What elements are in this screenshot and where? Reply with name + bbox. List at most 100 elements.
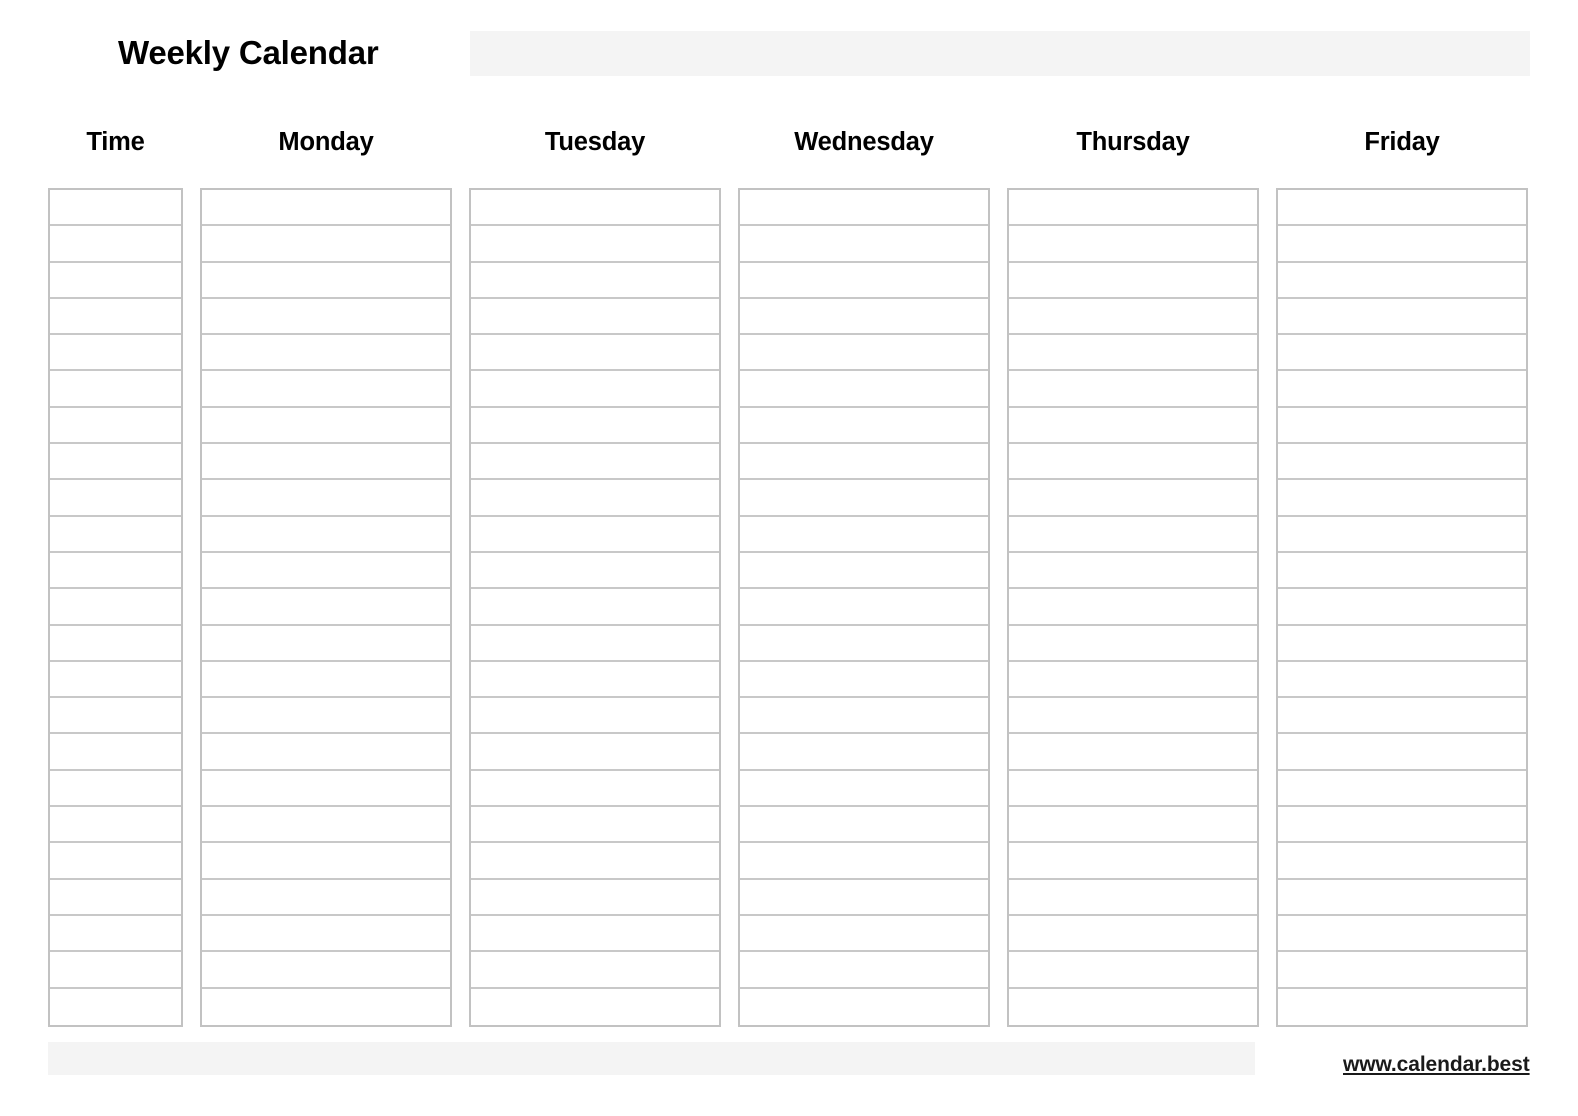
calendar-cell[interactable] bbox=[202, 807, 450, 844]
calendar-cell[interactable] bbox=[1278, 589, 1526, 626]
calendar-cell[interactable] bbox=[1009, 444, 1257, 481]
calendar-cell[interactable] bbox=[471, 262, 719, 299]
calendar-cell[interactable] bbox=[1278, 988, 1526, 1025]
calendar-cell[interactable] bbox=[1009, 734, 1257, 771]
calendar-cell[interactable] bbox=[471, 298, 719, 336]
calendar-cell[interactable] bbox=[1009, 262, 1257, 299]
calendar-cell[interactable] bbox=[50, 770, 181, 808]
calendar-cell[interactable] bbox=[1278, 407, 1526, 445]
calendar-cell[interactable] bbox=[740, 952, 988, 989]
calendar-cell[interactable] bbox=[740, 988, 988, 1025]
footer-website-link[interactable]: www.calendar.best bbox=[1343, 1053, 1530, 1077]
calendar-cell[interactable] bbox=[202, 371, 450, 408]
calendar-cell[interactable] bbox=[471, 879, 719, 916]
calendar-cell[interactable] bbox=[1009, 879, 1257, 916]
calendar-cell[interactable] bbox=[202, 915, 450, 953]
calendar-cell[interactable] bbox=[740, 480, 988, 517]
calendar-cell[interactable] bbox=[740, 552, 988, 590]
calendar-cell[interactable] bbox=[1009, 335, 1257, 372]
calendar-cell[interactable] bbox=[740, 661, 988, 699]
calendar-cell[interactable] bbox=[740, 843, 988, 880]
calendar-cell[interactable] bbox=[50, 661, 181, 699]
calendar-cell[interactable] bbox=[1009, 770, 1257, 808]
calendar-cell[interactable] bbox=[50, 589, 181, 626]
calendar-cell[interactable] bbox=[202, 407, 450, 445]
calendar-cell[interactable] bbox=[202, 335, 450, 372]
calendar-cell[interactable] bbox=[1278, 516, 1526, 553]
calendar-cell[interactable] bbox=[471, 988, 719, 1025]
calendar-cell[interactable] bbox=[202, 444, 450, 481]
calendar-cell[interactable] bbox=[50, 879, 181, 916]
calendar-cell[interactable] bbox=[1278, 552, 1526, 590]
calendar-cell[interactable] bbox=[50, 444, 181, 481]
calendar-cell[interactable] bbox=[740, 226, 988, 263]
calendar-cell[interactable] bbox=[1009, 552, 1257, 590]
calendar-cell[interactable] bbox=[1278, 952, 1526, 989]
calendar-cell[interactable] bbox=[471, 589, 719, 626]
calendar-cell[interactable] bbox=[1009, 843, 1257, 880]
calendar-cell[interactable] bbox=[50, 335, 181, 372]
calendar-cell[interactable] bbox=[740, 190, 988, 227]
calendar-cell[interactable] bbox=[1009, 698, 1257, 735]
calendar-cell[interactable] bbox=[1009, 516, 1257, 553]
calendar-cell[interactable] bbox=[1009, 226, 1257, 263]
calendar-cell[interactable] bbox=[1009, 298, 1257, 336]
calendar-cell[interactable] bbox=[1278, 879, 1526, 916]
calendar-cell[interactable] bbox=[50, 262, 181, 299]
calendar-cell[interactable] bbox=[202, 952, 450, 989]
calendar-cell[interactable] bbox=[1009, 480, 1257, 517]
calendar-cell[interactable] bbox=[50, 552, 181, 590]
calendar-cell[interactable] bbox=[202, 226, 450, 263]
calendar-cell[interactable] bbox=[1278, 190, 1526, 227]
calendar-cell[interactable] bbox=[202, 661, 450, 699]
calendar-cell[interactable] bbox=[202, 480, 450, 517]
calendar-cell[interactable] bbox=[1278, 262, 1526, 299]
calendar-cell[interactable] bbox=[1278, 915, 1526, 953]
calendar-cell[interactable] bbox=[202, 262, 450, 299]
calendar-cell[interactable] bbox=[50, 915, 181, 953]
calendar-cell[interactable] bbox=[740, 298, 988, 336]
calendar-cell[interactable] bbox=[1278, 843, 1526, 880]
calendar-cell[interactable] bbox=[202, 879, 450, 916]
calendar-cell[interactable] bbox=[740, 879, 988, 916]
calendar-cell[interactable] bbox=[740, 625, 988, 662]
calendar-cell[interactable] bbox=[471, 915, 719, 953]
calendar-cell[interactable] bbox=[471, 625, 719, 662]
calendar-cell[interactable] bbox=[740, 371, 988, 408]
calendar-cell[interactable] bbox=[1009, 988, 1257, 1025]
calendar-cell[interactable] bbox=[1009, 952, 1257, 989]
calendar-cell[interactable] bbox=[1009, 190, 1257, 227]
calendar-cell[interactable] bbox=[202, 843, 450, 880]
calendar-cell[interactable] bbox=[50, 952, 181, 989]
calendar-cell[interactable] bbox=[50, 407, 181, 445]
calendar-cell[interactable] bbox=[1278, 807, 1526, 844]
calendar-cell[interactable] bbox=[1278, 625, 1526, 662]
calendar-cell[interactable] bbox=[1009, 589, 1257, 626]
calendar-cell[interactable] bbox=[1278, 770, 1526, 808]
calendar-cell[interactable] bbox=[471, 335, 719, 372]
calendar-cell[interactable] bbox=[740, 444, 988, 481]
calendar-cell[interactable] bbox=[1278, 298, 1526, 336]
calendar-cell[interactable] bbox=[202, 698, 450, 735]
calendar-cell[interactable] bbox=[1009, 915, 1257, 953]
calendar-cell[interactable] bbox=[471, 807, 719, 844]
calendar-cell[interactable] bbox=[471, 226, 719, 263]
calendar-cell[interactable] bbox=[740, 407, 988, 445]
calendar-cell[interactable] bbox=[202, 770, 450, 808]
calendar-cell[interactable] bbox=[1009, 661, 1257, 699]
calendar-cell[interactable] bbox=[1278, 480, 1526, 517]
calendar-cell[interactable] bbox=[1278, 371, 1526, 408]
calendar-cell[interactable] bbox=[50, 625, 181, 662]
calendar-cell[interactable] bbox=[740, 698, 988, 735]
calendar-cell[interactable] bbox=[1009, 807, 1257, 844]
calendar-cell[interactable] bbox=[202, 516, 450, 553]
calendar-cell[interactable] bbox=[50, 734, 181, 771]
calendar-cell[interactable] bbox=[740, 807, 988, 844]
calendar-cell[interactable] bbox=[471, 516, 719, 553]
calendar-cell[interactable] bbox=[471, 698, 719, 735]
calendar-cell[interactable] bbox=[1278, 698, 1526, 735]
calendar-cell[interactable] bbox=[202, 589, 450, 626]
calendar-cell[interactable] bbox=[50, 298, 181, 336]
calendar-cell[interactable] bbox=[1278, 335, 1526, 372]
calendar-cell[interactable] bbox=[471, 480, 719, 517]
